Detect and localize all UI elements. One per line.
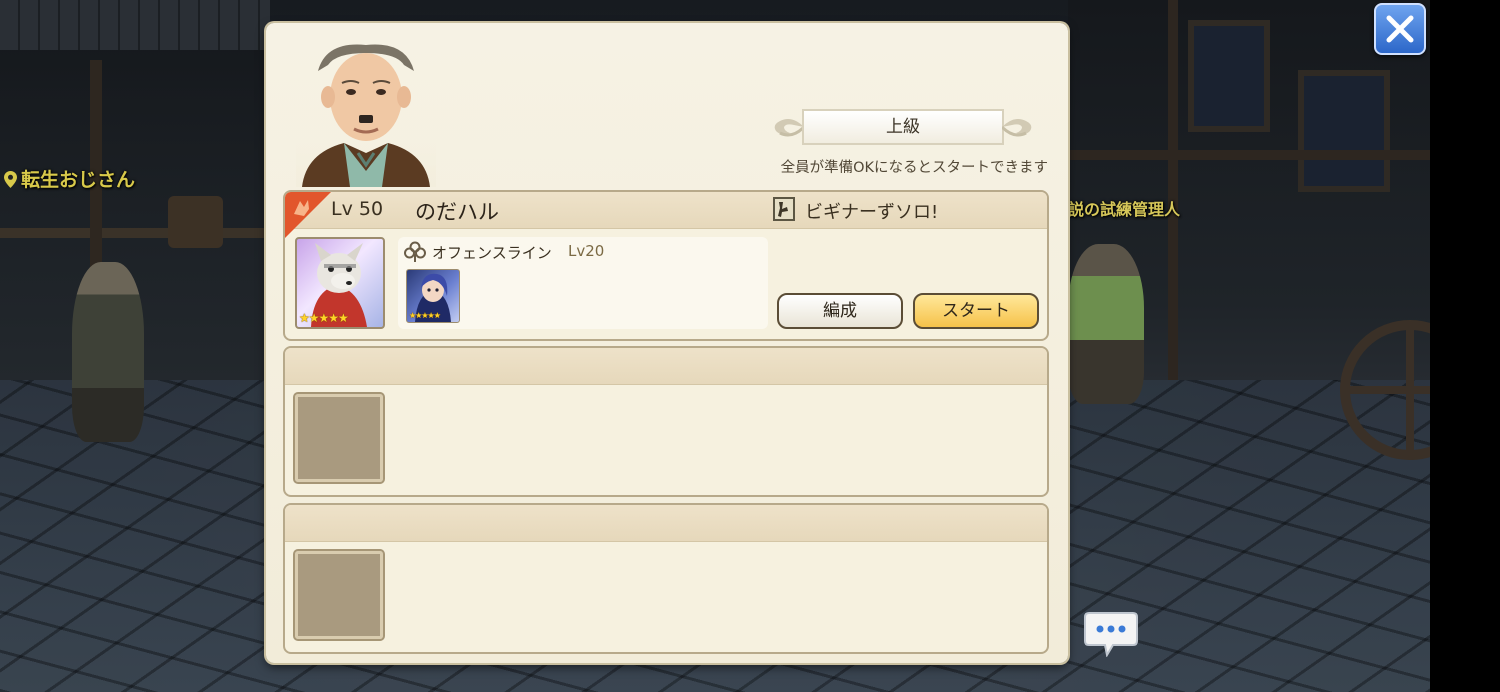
left-roof (0, 0, 270, 50)
difficulty-label: 上級 (802, 109, 1004, 145)
party-slot-3 (283, 503, 1049, 654)
ready-message: 全員が準備OKになるとスタートできます (780, 160, 1048, 176)
close-icon (1386, 15, 1414, 43)
clover-icon (404, 241, 426, 262)
slot-header (285, 348, 1047, 385)
npc-left-name-text: 転生おじさん (21, 169, 136, 191)
main-unit-stars: ★★★★★ (299, 311, 349, 325)
host-portrait (296, 35, 436, 187)
support-unit-stars: ★★★★★ (409, 311, 441, 320)
player-title: ビギナーずソロ! (805, 202, 939, 223)
main-unit-icon[interactable]: ★★★★★ (295, 237, 385, 329)
empty-unit-placeholder (293, 549, 385, 641)
npc-right[interactable] (1068, 244, 1144, 404)
start-button[interactable]: スタート (913, 293, 1039, 329)
npc-right-name: 説の試練管理人 (1068, 200, 1181, 219)
support-type-level: Lv20 (568, 242, 605, 260)
screen-edge-bar (1430, 0, 1500, 692)
formation-button[interactable]: 編成 (777, 293, 903, 329)
party-room-panel: 上級 全員が準備OKになるとスタートできます Lv 50 のだハル ビギナーずソ… (266, 23, 1068, 663)
right-post (1168, 0, 1178, 380)
player-level: Lv 50 (331, 198, 384, 220)
party-slot-1: Lv 50 のだハル ビギナーずソロ! ★★★★★ オフェンスライン Lv20 … (283, 190, 1049, 341)
player-name: のだハル (415, 200, 499, 224)
close-button[interactable] (1374, 3, 1426, 55)
game-screen: 転生おじさん 説の試練管理人 上級 全員が準備OKになるとスタートできます Lv… (0, 0, 1500, 692)
barrel (168, 196, 223, 248)
ornament-left-icon (774, 119, 804, 137)
npc-left-name: 転生おじさん (4, 165, 135, 192)
pin-icon (4, 171, 17, 188)
difficulty-plate: 上級 (770, 107, 1036, 149)
empty-unit-placeholder (293, 392, 385, 484)
npc-left[interactable] (72, 262, 144, 442)
support-unit-box: オフェンスライン Lv20 ★★★★★ (398, 237, 768, 329)
chat-button[interactable] (1083, 611, 1139, 658)
left-beam (0, 228, 270, 238)
support-type-label: オフェンスライン (432, 244, 552, 262)
party-slot-2 (283, 346, 1049, 497)
window (1298, 70, 1390, 192)
chat-bubble-icon (1084, 612, 1138, 658)
support-unit-icon[interactable]: ★★★★★ (406, 269, 460, 323)
ornament-right-icon (1002, 119, 1032, 137)
title-badge-icon (773, 197, 795, 221)
slot-header (285, 505, 1047, 542)
right-beam (1068, 150, 1430, 160)
leader-badge-icon (285, 192, 331, 238)
window (1188, 20, 1270, 132)
